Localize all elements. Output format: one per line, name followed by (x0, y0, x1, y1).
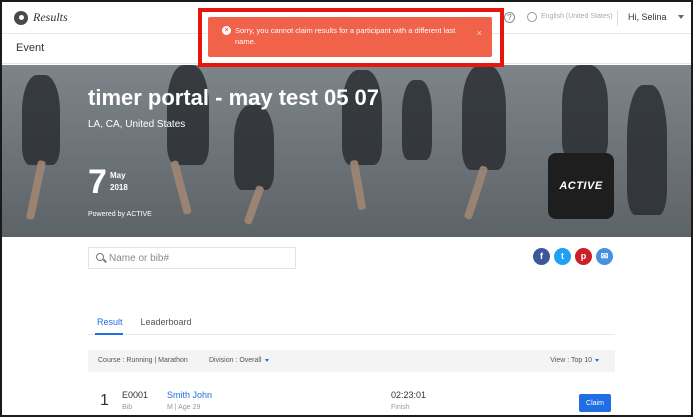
active-logo: ACTIVE (548, 153, 614, 219)
event-location: LA, CA, United States (88, 119, 186, 130)
finish-time: 02:23:01 (391, 390, 427, 400)
view-label: View : Top 10 (550, 357, 592, 364)
chevron-down-icon (264, 358, 269, 362)
close-icon[interactable]: × (477, 28, 482, 38)
bib-label: Bib (122, 404, 133, 411)
view-dropdown[interactable]: View : Top 10 (550, 357, 599, 364)
user-menu[interactable]: Hi, Selina (628, 12, 667, 22)
header-divider (617, 10, 618, 26)
event-title: timer portal - may test 05 07 (88, 85, 380, 110)
filter-bar: Course : Running | Marathon Division : O… (88, 350, 615, 372)
globe-icon[interactable] (527, 12, 537, 22)
tab-leaderboard[interactable]: Leaderboard (141, 317, 192, 327)
tab-result[interactable]: Result (97, 317, 123, 327)
event-day: 7 (88, 163, 107, 201)
results-logo-icon (14, 10, 28, 25)
logo-text: Results (33, 10, 68, 24)
active-logo-text: ACTIVE (559, 180, 603, 192)
language-selector[interactable]: English (United States) (541, 13, 613, 20)
help-icon[interactable]: ? (504, 12, 515, 23)
bib-number: E0001 (122, 390, 149, 400)
participant-name-link[interactable]: Smith John (167, 390, 212, 400)
division-label: Division : Overall (209, 357, 262, 364)
division-dropdown[interactable]: Division : Overall (209, 357, 269, 364)
results-logo[interactable]: Results (14, 10, 68, 25)
tab-divider (88, 334, 615, 335)
page-title: Event (16, 42, 45, 54)
powered-by: Powered by ACTIVE (88, 211, 152, 218)
pinterest-icon[interactable]: p (575, 248, 592, 265)
chevron-down-icon (595, 358, 599, 362)
facebook-icon[interactable]: f (533, 248, 550, 265)
search-box[interactable] (88, 247, 296, 269)
error-icon: × (222, 26, 231, 35)
search-input[interactable] (109, 251, 289, 265)
email-icon[interactable]: ✉ (596, 248, 613, 265)
table-row: 1 E0001 Bib Smith John M | Age 29 02:23:… (88, 384, 615, 415)
search-icon (96, 253, 104, 261)
alert-message: Sorry, you cannot claim results for a pa… (235, 26, 456, 46)
finish-label: Finish (391, 404, 410, 411)
browser-frame: Results ? English (United States) Hi, Se… (0, 0, 693, 417)
rank: 1 (100, 392, 109, 409)
twitter-icon[interactable]: t (554, 248, 571, 265)
event-hero-banner: timer portal - may test 05 07 LA, CA, Un… (2, 65, 691, 237)
participant-meta: M | Age 29 (167, 404, 201, 411)
active-tab-indicator (95, 333, 123, 335)
results-tabs: Result Leaderboard (97, 317, 192, 327)
claim-button[interactable]: Claim (579, 394, 611, 412)
course-filter: Course : Running | Marathon (98, 357, 188, 364)
event-month: May (110, 171, 126, 180)
chevron-down-icon[interactable] (678, 15, 684, 19)
error-alert: × Sorry, you cannot claim results for a … (208, 17, 492, 57)
event-year: 2018 (110, 183, 128, 192)
